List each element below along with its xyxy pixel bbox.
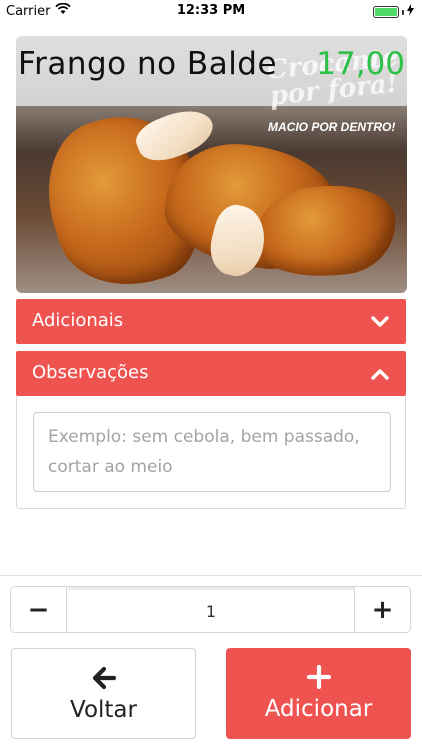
product-image: Crocante por fora! MACIO POR DENTRO! Fra… xyxy=(16,36,407,293)
footer-divider xyxy=(0,575,422,576)
battery-fill xyxy=(375,8,397,16)
battery-icon xyxy=(373,6,399,18)
status-right-group xyxy=(373,4,414,20)
adicionais-accordion-header[interactable]: Adicionais xyxy=(16,299,406,344)
quantity-value[interactable]: 1 xyxy=(68,587,354,632)
adicionais-title: Adicionais xyxy=(32,310,124,331)
plus-icon xyxy=(226,664,411,690)
add-button-label: Adicionar xyxy=(264,696,373,722)
back-button[interactable]: Voltar xyxy=(11,648,196,739)
arrow-left-icon xyxy=(12,665,195,691)
observacoes-input[interactable] xyxy=(33,412,391,492)
observacoes-title: Observações xyxy=(32,362,149,383)
quantity-stepper: − 1 + xyxy=(10,586,411,633)
status-bar: Carrier 12:33 PM xyxy=(0,0,422,22)
chevron-down-icon xyxy=(370,312,390,332)
battery-tip xyxy=(402,9,404,15)
status-time: 12:33 PM xyxy=(176,3,246,18)
increase-quantity-button[interactable]: + xyxy=(354,587,410,632)
add-to-order-button[interactable]: Adicionar xyxy=(226,648,411,739)
decrease-quantity-button[interactable]: − xyxy=(11,587,67,632)
observacoes-panel xyxy=(16,396,406,509)
product-price: 17,00 xyxy=(316,46,405,82)
promo-tagline: MACIO POR DENTRO! xyxy=(268,120,396,134)
product-name: Frango no Balde xyxy=(18,46,278,82)
chevron-up-icon xyxy=(370,364,390,384)
back-button-label: Voltar xyxy=(70,697,137,723)
charging-icon xyxy=(407,4,414,20)
observacoes-accordion-header[interactable]: Observações xyxy=(16,351,406,396)
